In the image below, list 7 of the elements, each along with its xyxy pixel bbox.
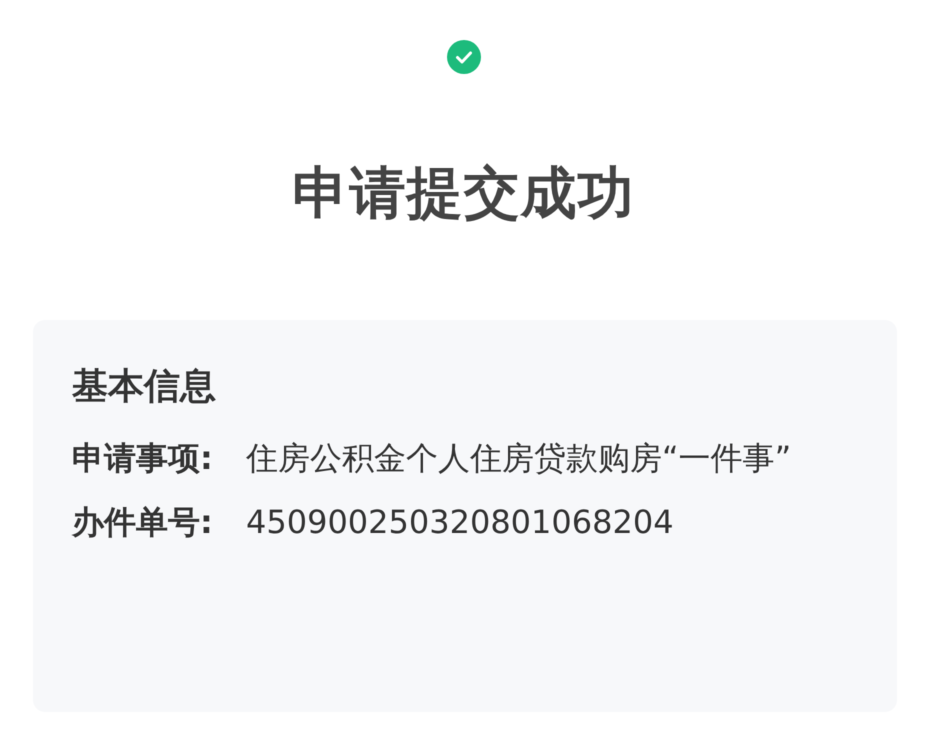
status-title: 申请提交成功 (292, 166, 634, 222)
success-check-icon (446, 40, 480, 74)
field-label: 申请事项: (72, 438, 214, 479)
field-value: 住房公积金个人住房贷款购房“一件事” (246, 438, 792, 479)
field-label: 办件单号: (72, 502, 214, 543)
section-heading: 基本信息 (72, 366, 217, 408)
field-value: 450900250320801068204 (246, 502, 675, 543)
